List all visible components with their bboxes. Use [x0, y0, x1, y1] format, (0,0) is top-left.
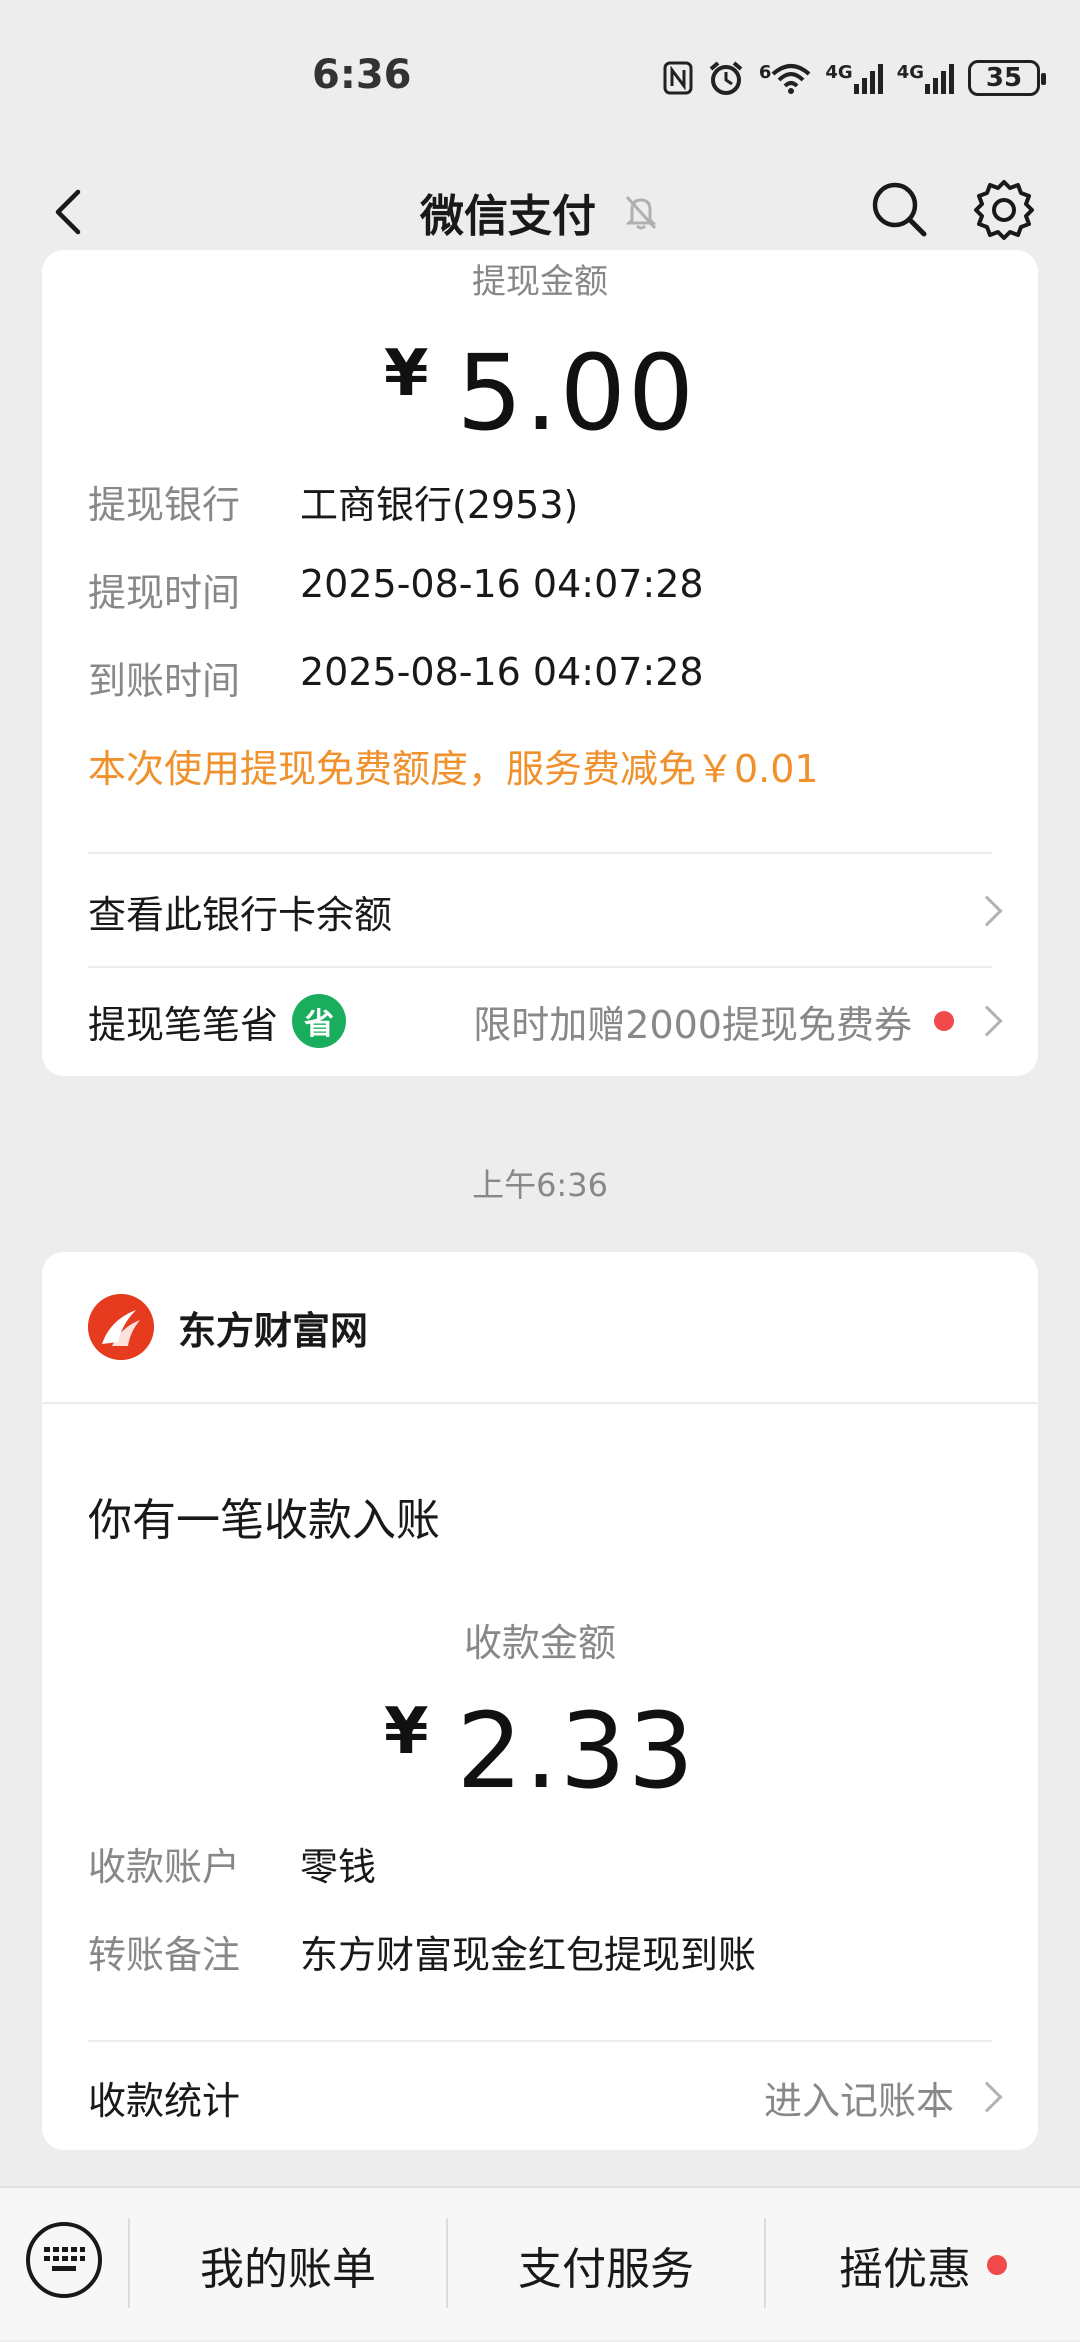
bottom-menu-bar: 我的账单 支付服务 摇优惠 [0, 2186, 1080, 2340]
tab-payment-services[interactable]: 支付服务 [448, 2188, 764, 2342]
alarm-icon [709, 61, 743, 95]
merchant-name: 东方财富网 [178, 1308, 369, 1353]
detail-row-remark: 转账备注 东方财富现金红包提现到账 [88, 1924, 756, 1979]
save-fee-label: 提现笔笔省 [88, 1002, 279, 1047]
detail-value: 2025-08-16 04:07:28 [300, 562, 704, 606]
wifi-label: 6 [758, 62, 772, 83]
detail-key: 到账时间 [88, 659, 241, 703]
detail-value: 零钱 [300, 1845, 377, 1889]
wifi-icon [772, 64, 811, 94]
detail-key: 提现银行 [88, 483, 241, 527]
currency-symbol: ¥ [383, 1695, 431, 1769]
withdrawal-amount-label: 提现金额 [472, 262, 608, 302]
detail-value: 东方财富现金红包提现到账 [300, 1933, 757, 1977]
detail-row-account: 收款账户 零钱 [88, 1836, 376, 1891]
save-fee-promo: 限时加赠2000提现免费券 [473, 1002, 912, 1047]
detail-key: 收款账户 [88, 1845, 241, 1889]
receipt-stats-label: 收款统计 [88, 2078, 241, 2123]
tab-shake-deals[interactable]: 摇优惠 [766, 2188, 1080, 2342]
save-fee-row[interactable]: 提现笔笔省 省 限时加赠2000提现免费券 [88, 966, 1003, 1076]
chevron-right-icon [971, 895, 1003, 927]
detail-row-arrival-time: 到账时间 2025-08-16 04:07:28 [88, 650, 704, 705]
chevron-right-icon [971, 1005, 1003, 1037]
battery-indicator: 35 [968, 60, 1046, 96]
tab-label: 我的账单 [200, 2244, 376, 2295]
merchant-logo-icon [88, 1294, 154, 1360]
cell-signal-1: 4G [825, 62, 883, 94]
detail-row-withdraw-time: 提现时间 2025-08-16 04:07:28 [88, 562, 704, 617]
signal-bars-icon [853, 64, 883, 94]
bell-mute-icon [625, 195, 657, 230]
keyboard-toggle-button[interactable] [26, 2222, 102, 2298]
chevron-right-icon [971, 2081, 1003, 2113]
withdrawal-card: 提现金额 ¥5.00 提现银行 工商银行(2953) 提现时间 2025-08-… [42, 250, 1038, 1076]
network-label-2: 4G [896, 62, 924, 83]
receipt-headline: 你有一笔收款入账 [88, 1495, 440, 1546]
receipt-amount: ¥2.33 [42, 1690, 1038, 1812]
currency-symbol: ¥ [383, 337, 431, 411]
keyboard-icon [44, 2247, 85, 2271]
merchant-header[interactable]: 东方财富网 [88, 1292, 368, 1362]
fee-waiver-note: 本次使用提现免费额度，服务费减免￥0.01 [88, 747, 819, 791]
divider [88, 852, 992, 854]
receipt-amount-label: 收款金额 [463, 1621, 616, 1665]
merchant-logo [88, 1294, 154, 1360]
signal-bars-icon [925, 64, 954, 94]
ledger-link: 进入记账本 [763, 2078, 954, 2123]
tab-my-bills[interactable]: 我的账单 [130, 2188, 446, 2342]
withdrawal-amount-value: 5.00 [456, 332, 697, 454]
status-icons: 6 4G 4G 35 [663, 56, 1046, 100]
notification-dot [987, 2255, 1007, 2275]
cell-signal-2: 4G [897, 62, 954, 94]
check-balance-row[interactable]: 查看此银行卡余额 [88, 856, 1003, 966]
message-timestamp: 上午6:36 [472, 1166, 608, 1204]
detail-key: 提现时间 [88, 571, 241, 615]
detail-row-bank: 提现银行 工商银行(2953) [88, 474, 578, 529]
save-badge: 省 [292, 994, 347, 1048]
withdrawal-amount: ¥5.00 [42, 332, 1038, 454]
tab-label: 摇优惠 [839, 2244, 971, 2295]
receipt-card[interactable]: 东方财富网 你有一笔收款入账 收款金额 ¥2.33 收款账户 零钱 转账备注 东… [42, 1252, 1038, 2150]
notification-dot [934, 1011, 954, 1031]
battery-level: 35 [985, 63, 1023, 93]
status-time: 6:36 [312, 52, 412, 98]
divider [42, 1402, 1038, 1404]
search-icon[interactable] [866, 176, 932, 242]
receipt-amount-value: 2.33 [456, 1690, 697, 1812]
detail-value: 2025-08-16 04:07:28 [300, 650, 704, 694]
detail-value: 工商银行(2953) [300, 483, 579, 527]
status-bar: 6:36 6 4G 4G 35 [0, 0, 1080, 160]
detail-key: 转账备注 [88, 1933, 241, 1977]
page-title: 微信支付 [420, 191, 596, 242]
receipt-stats-row[interactable]: 收款统计 进入记账本 [88, 2042, 1003, 2150]
check-balance-label: 查看此银行卡余额 [88, 892, 393, 937]
wifi-indicator: 6 [759, 62, 812, 94]
network-label-1: 4G [825, 62, 853, 83]
nfc-icon [663, 61, 693, 95]
gear-icon[interactable] [970, 176, 1038, 244]
tab-label: 支付服务 [518, 2244, 694, 2295]
